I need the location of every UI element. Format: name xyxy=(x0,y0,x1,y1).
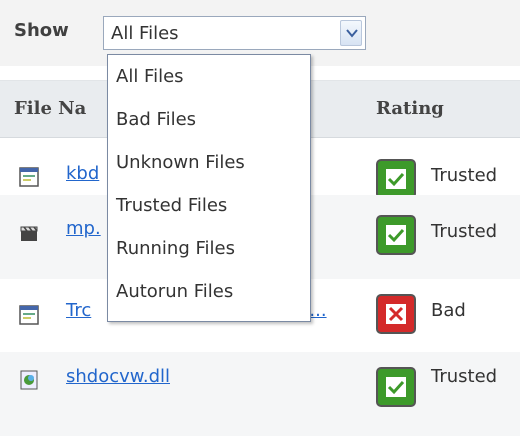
dropdown-option-running-files[interactable]: Running Files xyxy=(116,238,235,259)
dropdown-option-unknown-files[interactable]: Unknown Files xyxy=(116,152,245,173)
dll-icon xyxy=(19,370,39,394)
window-app-icon xyxy=(19,305,39,329)
column-header-file-name[interactable]: File Na xyxy=(14,98,86,119)
dropdown-option-bad-files[interactable]: Bad Files xyxy=(116,109,196,130)
rating-text: Trusted xyxy=(431,221,498,242)
show-label: Show xyxy=(14,20,69,41)
dropdown-option-all-files[interactable]: All Files xyxy=(116,66,184,87)
file-filter-value: All Files xyxy=(111,23,179,44)
chevron-down-icon[interactable] xyxy=(340,20,362,46)
file-name-link[interactable]: mp. xyxy=(66,218,101,239)
file-filter-dropdown: All Files Bad Files Unknown Files Truste… xyxy=(107,54,311,322)
dropdown-option-trusted-files[interactable]: Trusted Files xyxy=(116,195,227,216)
column-header-rating[interactable]: Rating xyxy=(376,98,444,119)
file-name-link[interactable]: kbd xyxy=(66,163,99,184)
check-icon xyxy=(376,215,416,259)
file-name-link[interactable]: Trc xyxy=(66,300,91,321)
rating-text: Trusted xyxy=(431,165,498,186)
table-row[interactable]: shdocvw.dll Trusted xyxy=(0,352,520,436)
clapperboard-icon xyxy=(19,223,39,247)
file-name-link[interactable]: shdocvw.dll xyxy=(66,366,170,387)
check-icon xyxy=(376,367,416,411)
file-filter-select[interactable]: All Files xyxy=(103,16,366,50)
rating-text: Bad xyxy=(431,300,466,321)
dropdown-option-autorun-files[interactable]: Autorun Files xyxy=(116,281,233,302)
window-app-icon xyxy=(19,167,39,191)
x-icon xyxy=(376,294,416,338)
rating-text: Trusted xyxy=(431,366,498,387)
